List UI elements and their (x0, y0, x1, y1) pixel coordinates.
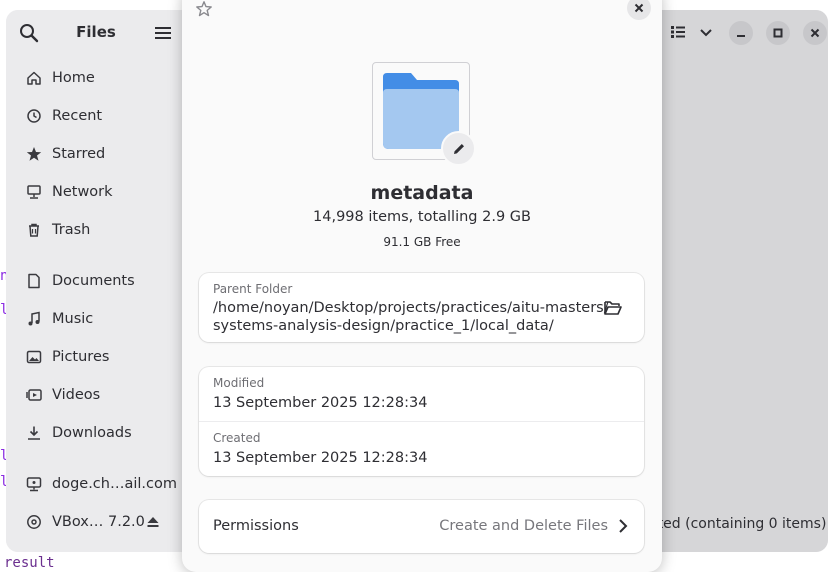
parent-folder-path-line1: /home/noyan/Desktop/projects/practices/a… (213, 300, 609, 316)
trash-icon (29, 223, 39, 237)
network-icon (27, 185, 41, 199)
video-icon (26, 389, 42, 401)
close-icon (810, 28, 820, 38)
chevron-right-icon (619, 519, 628, 533)
sidebar-item-pictures[interactable]: Pictures (6, 340, 186, 374)
sidebar-item-label: Downloads (52, 425, 132, 441)
sidebar-item-label: VBox… 7.2.0 (52, 514, 145, 530)
list-view-icon[interactable] (669, 23, 687, 41)
sidebar-item-label: Starred (52, 146, 106, 162)
sidebar-item-downloads[interactable]: Downloads (6, 416, 186, 450)
maximize-icon (773, 28, 783, 38)
pencil-icon (453, 143, 464, 154)
close-icon (634, 3, 644, 13)
sidebar-item-label: Home (52, 70, 95, 86)
sidebar-item-label: Pictures (52, 349, 110, 365)
hamburger-menu-icon[interactable] (152, 22, 174, 44)
modified-caption: Modified (213, 376, 265, 390)
rename-button[interactable] (441, 131, 476, 166)
sidebar-item-label: doge.ch…ail.com (52, 476, 177, 492)
sidebar-item-label: Network (52, 184, 113, 200)
picture-icon (26, 350, 42, 364)
permissions-value: Create and Delete Files (439, 518, 608, 534)
sidebar-item-documents[interactable]: Documents (6, 264, 186, 298)
sidebar: Files Home Recent Starred Network Trash (6, 10, 186, 552)
star-icon (26, 147, 42, 161)
sidebar-item-label: Documents (52, 273, 135, 289)
sidebar-item-online-account[interactable]: doge.ch…ail.com (6, 467, 186, 501)
created-caption: Created (213, 431, 261, 445)
parent-folder-path-line2: systems-analysis-design/practice_1/local… (213, 318, 554, 334)
sidebar-item-home[interactable]: Home (6, 61, 186, 95)
sidebar-item-network[interactable]: Network (6, 175, 186, 209)
created-value: 13 September 2025 12:28:34 (213, 450, 428, 466)
sidebar-item-trash[interactable]: Trash (6, 213, 186, 247)
sidebar-item-videos[interactable]: Videos (6, 378, 186, 412)
permissions-row[interactable]: Permissions Create and Delete Files (199, 500, 644, 553)
music-icon (28, 311, 40, 326)
folder-contents-summary: 14,998 items, totalling 2.9 GB (313, 209, 531, 225)
online-account-icon (26, 477, 42, 492)
sidebar-item-label: Trash (52, 222, 91, 238)
folder-name: metadata (370, 182, 474, 204)
minimize-icon (737, 35, 745, 37)
home-icon (27, 71, 41, 85)
maximize-button[interactable] (766, 21, 790, 45)
modified-value: 13 September 2025 12:28:34 (213, 395, 428, 411)
sidebar-item-label: Videos (52, 387, 101, 403)
document-icon (28, 273, 40, 289)
chevron-down-icon[interactable] (697, 23, 715, 41)
minimize-button[interactable] (729, 21, 753, 45)
sidebar-item-recent[interactable]: Recent (6, 99, 186, 133)
sidebar-item-label: Recent (52, 108, 103, 124)
dates-card: Modified 13 September 2025 12:28:34 Crea… (199, 367, 644, 476)
free-space: 91.1 GB Free (383, 235, 461, 249)
editor-result-text: result (4, 555, 55, 571)
sidebar-item-starred[interactable]: Starred (6, 137, 186, 171)
open-folder-icon[interactable] (603, 299, 623, 317)
sidebar-header: Files (6, 10, 186, 54)
sidebar-item-label: Music (52, 311, 94, 327)
sidebar-item-music[interactable]: Music (6, 302, 186, 336)
status-bar-text: cted (containing 0 items) (650, 516, 827, 532)
download-icon (28, 426, 40, 440)
parent-folder-caption: Parent Folder (213, 282, 293, 296)
parent-folder-card: Parent Folder /home/noyan/Desktop/projec… (199, 273, 644, 342)
divider (199, 421, 644, 422)
eject-icon[interactable] (146, 515, 160, 529)
window-close-button[interactable] (803, 21, 827, 45)
star-outline-icon[interactable] (195, 0, 213, 18)
disc-icon (27, 515, 41, 529)
clock-icon (27, 109, 41, 123)
permissions-label: Permissions (213, 518, 299, 534)
